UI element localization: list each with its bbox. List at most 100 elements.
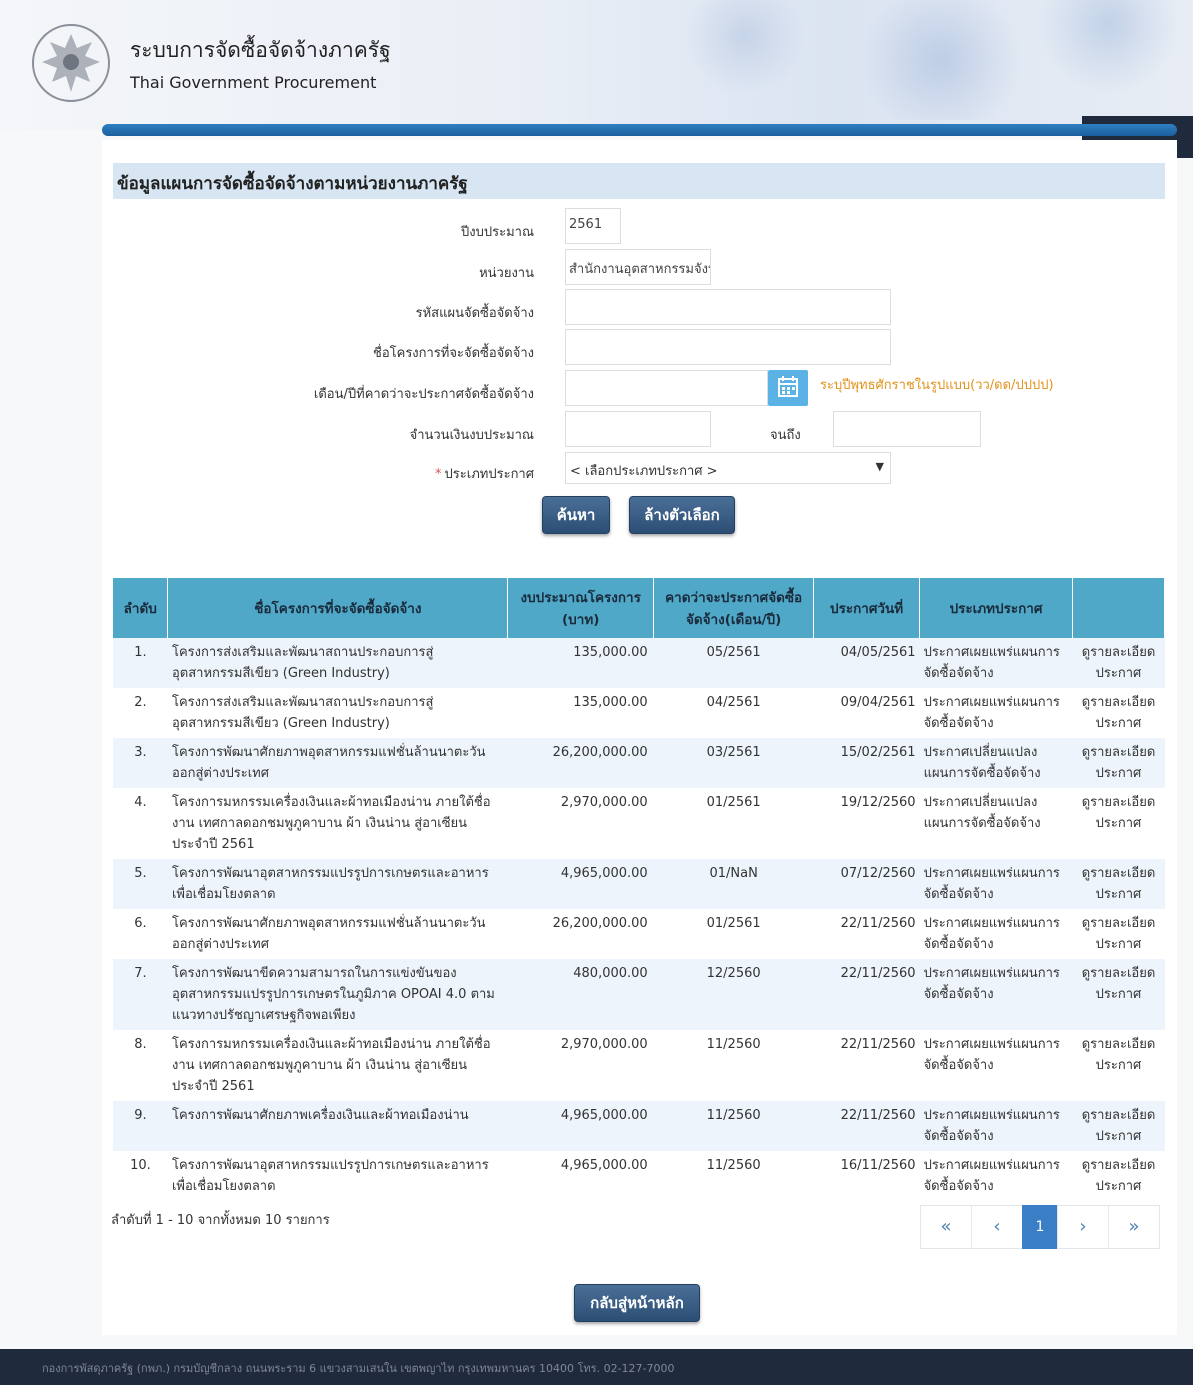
expected-month-cell: 11/2560 — [653, 1101, 814, 1151]
view-details-link[interactable]: ดูรายละเอียดประกาศ — [1072, 859, 1165, 909]
view-details-link[interactable]: ดูรายละเอียดประกาศ — [1072, 1151, 1165, 1201]
header-announce-type: ประเภทประกาศ — [919, 578, 1073, 638]
budget-label: จำนวนเงินงบประมาณ — [409, 428, 534, 443]
project-name-cell: โครงการส่งเสริมและพัฒนาสถานประกอบการสู่อ… — [167, 638, 508, 688]
expected-month-cell: 11/2560 — [653, 1151, 814, 1201]
required-marker: * — [435, 467, 442, 482]
clear-button[interactable]: ล้างตัวเลือก — [629, 496, 735, 534]
table-row: 9. โครงการพัฒนาศักยภาพเครื่องเงินและผ้าทอ… — [113, 1101, 1165, 1151]
header-decoration — [633, 0, 1193, 120]
table-row: 7. โครงการพัฒนาขีดความสามารถในการแข่งขันข… — [113, 959, 1165, 1030]
announce-date-cell: 09/04/2561 — [813, 688, 920, 738]
row-number: 9. — [113, 1101, 168, 1151]
project-name-cell: โครงการพัฒนาอุตสาหกรรมแปรรูปการเกษตรและอ… — [167, 859, 508, 909]
expected-month-input[interactable] — [565, 370, 768, 406]
budget-to-label: จนถึง — [770, 428, 801, 443]
row-number: 1. — [113, 638, 168, 688]
budget-to-input[interactable] — [833, 411, 981, 447]
expected-month-cell: 01/2561 — [653, 909, 814, 959]
row-number: 8. — [113, 1030, 168, 1101]
announce-date-cell: 04/05/2561 — [813, 638, 920, 688]
announce-type-label-text: ประเภทประกาศ — [444, 467, 534, 482]
announce-type-cell: ประกาศเปลี่ยนแปลงแผนการจัดซื้อจัดจ้าง — [919, 788, 1073, 859]
view-details-link[interactable]: ดูรายละเอียดประกาศ — [1072, 909, 1165, 959]
project-name-cell: โครงการพัฒนาขีดความสามารถในการแข่งขันของ… — [167, 959, 508, 1030]
announce-date-cell: 19/12/2560 — [813, 788, 920, 859]
budget-cell: 26,200,000.00 — [507, 738, 654, 788]
page-first-button[interactable]: « — [920, 1205, 972, 1249]
budget-cell: 4,965,000.00 — [507, 1101, 654, 1151]
project-name-cell: โครงการมหกรรมเครื่องเงินและผ้าทอเมืองน่า… — [167, 1030, 508, 1101]
budget-cell: 4,965,000.00 — [507, 859, 654, 909]
project-name-cell: โครงการมหกรรมเครื่องเงินและผ้าทอเมืองน่า… — [167, 788, 508, 859]
budget-from-input[interactable] — [565, 411, 711, 447]
announce-type-cell: ประกาศเผยแพร่แผนการจัดซื้อจัดจ้าง — [919, 688, 1073, 738]
fiscal-year-label: ปีงบประมาณ — [461, 225, 534, 240]
announce-type-label: * ประเภทประกาศ — [274, 463, 534, 484]
page-last-button[interactable]: » — [1108, 1205, 1160, 1249]
announce-type-select[interactable]: < เลือกประเภทประกาศ > ▼ — [565, 452, 891, 484]
announce-type-cell: ประกาศเผยแพร่แผนการจัดซื้อจัดจ้าง — [919, 859, 1073, 909]
view-details-link[interactable]: ดูรายละเอียดประกาศ — [1072, 738, 1165, 788]
table-row: 8. โครงการมหกรรมเครื่องเงินและผ้าทอเมืองน… — [113, 1030, 1165, 1101]
page-title: ข้อมูลแผนการจัดซื้อจัดจ้างตามหน่วยงานภาค… — [113, 163, 1165, 199]
site-title: ระบบการจัดซื้อจัดจ้างภาครัฐ — [130, 38, 391, 62]
project-name-input[interactable] — [565, 329, 891, 365]
project-name-cell: โครงการพัฒนาศักยภาพอุตสาหกรรมแฟชั่นล้านน… — [167, 909, 508, 959]
site-footer: กองการพัสดุภาครัฐ (กพภ.) กรมบัญชีกลาง ถน… — [0, 1349, 1193, 1385]
view-details-link[interactable]: ดูรายละเอียดประกาศ — [1072, 688, 1165, 738]
table-row: 4. โครงการมหกรรมเครื่องเงินและผ้าทอเมืองน… — [113, 788, 1165, 859]
view-details-link[interactable]: ดูรายละเอียดประกาศ — [1072, 1101, 1165, 1151]
announce-type-selected: < เลือกประเภทประกาศ > — [570, 464, 718, 479]
fiscal-year-field[interactable]: 2561 — [565, 208, 621, 244]
budget-cell: 480,000.00 — [507, 959, 654, 1030]
calendar-button[interactable] — [768, 370, 808, 406]
date-format-hint: ระบุปีพุทธศักราชในรูปแบบ(วว/ดด/ปปปป) — [820, 378, 1054, 393]
view-details-link[interactable]: ดูรายละเอียดประกาศ — [1072, 1030, 1165, 1101]
project-name-cell: โครงการพัฒนาศักยภาพอุตสาหกรรมแฟชั่นล้านน… — [167, 738, 508, 788]
calendar-icon — [778, 376, 798, 397]
expected-month-cell: 01/2561 — [653, 788, 814, 859]
search-button[interactable]: ค้นหา — [542, 496, 610, 534]
announce-date-cell: 22/11/2560 — [813, 909, 920, 959]
announce-date-cell: 22/11/2560 — [813, 1030, 920, 1101]
row-number: 6. — [113, 909, 168, 959]
announce-date-cell: 07/12/2560 — [813, 859, 920, 909]
budget-cell: 2,970,000.00 — [507, 788, 654, 859]
row-number: 10. — [113, 1151, 168, 1201]
back-home-button[interactable]: กลับสู่หน้าหลัก — [574, 1284, 700, 1322]
expected-month-label: เดือน/ปีที่คาดว่าจะประกาศจัดซื้อจัดจ้าง — [313, 387, 534, 402]
table-row: 10. โครงการพัฒนาอุตสาหกรรมแปรรูปการเกษตรแ… — [113, 1151, 1165, 1201]
announce-type-cell: ประกาศเผยแพร่แผนการจัดซื้อจัดจ้าง — [919, 909, 1073, 959]
view-details-link[interactable]: ดูรายละเอียดประกาศ — [1072, 788, 1165, 859]
agency-label: หน่วยงาน — [479, 266, 534, 281]
expected-month-cell: 05/2561 — [653, 638, 814, 688]
site-header: ระบบการจัดซื้อจัดจ้างภาครัฐ Thai Governm… — [0, 0, 1193, 130]
results-table: ลำดับ ชื่อโครงการที่จะจัดซื้อจัดจ้าง งบป… — [113, 578, 1166, 1201]
page-current-button[interactable]: 1 — [1022, 1205, 1058, 1249]
budget-cell: 2,970,000.00 — [507, 1030, 654, 1101]
header-budget: งบประมาณโครงการ (บาท) — [507, 578, 655, 638]
table-row: 3. โครงการพัฒนาศักยภาพอุตสาหกรรมแฟชั่นล้า… — [113, 738, 1165, 788]
header-action — [1072, 578, 1166, 638]
project-name-cell: โครงการส่งเสริมและพัฒนาสถานประกอบการสู่อ… — [167, 688, 508, 738]
page-next-button[interactable]: › — [1057, 1205, 1109, 1249]
table-row: 6. โครงการพัฒนาศักยภาพอุตสาหกรรมแฟชั่นล้า… — [113, 909, 1165, 959]
header-announce-date: ประกาศวันที่ — [813, 578, 921, 638]
row-number: 2. — [113, 688, 168, 738]
garuda-emblem-icon[interactable] — [30, 22, 112, 104]
row-number: 7. — [113, 959, 168, 1030]
agency-field[interactable]: สำนักงานอุตสาหกรรมจังห — [565, 249, 711, 285]
announce-date-cell: 15/02/2561 — [813, 738, 920, 788]
page-prev-button[interactable]: ‹ — [971, 1205, 1023, 1249]
expected-month-cell: 03/2561 — [653, 738, 814, 788]
table-row: 5. โครงการพัฒนาอุตสาหกรรมแปรรูปการเกษตรแล… — [113, 859, 1165, 909]
view-details-link[interactable]: ดูรายละเอียดประกาศ — [1072, 638, 1165, 688]
expected-month-cell: 11/2560 — [653, 1030, 814, 1101]
plan-code-input[interactable] — [565, 289, 891, 325]
table-row: 2. โครงการส่งเสริมและพัฒนาสถานประกอบการสู… — [113, 688, 1165, 738]
announce-type-cell: ประกาศเผยแพร่แผนการจัดซื้อจัดจ้าง — [919, 959, 1073, 1030]
header-accent-bar — [102, 124, 1177, 136]
announce-date-cell: 22/11/2560 — [813, 1101, 920, 1151]
view-details-link[interactable]: ดูรายละเอียดประกาศ — [1072, 959, 1165, 1030]
